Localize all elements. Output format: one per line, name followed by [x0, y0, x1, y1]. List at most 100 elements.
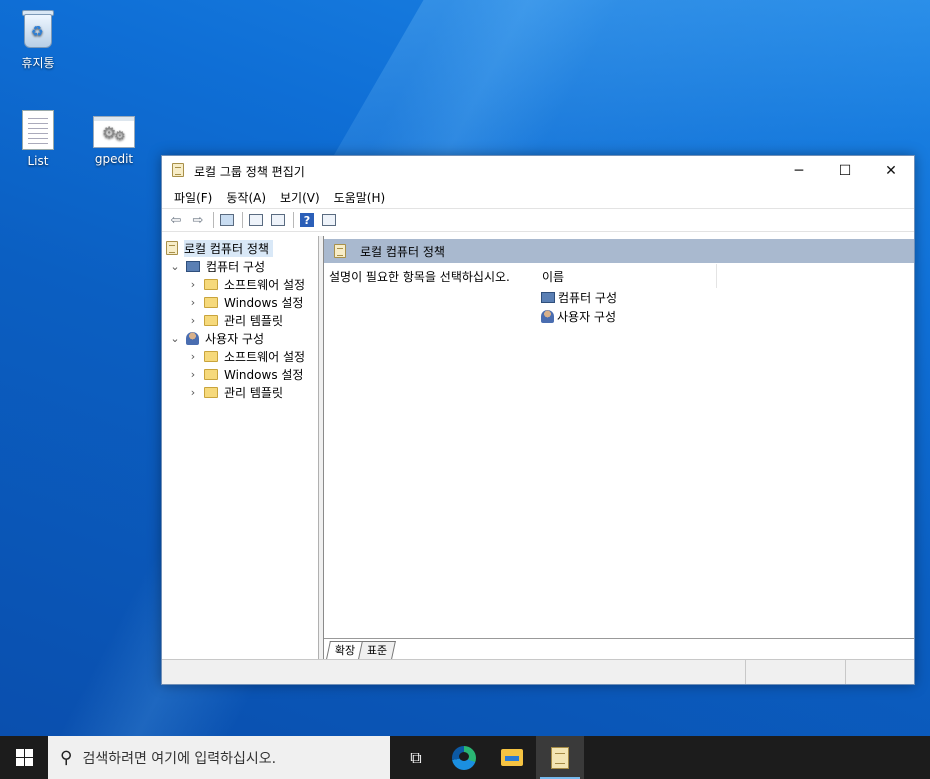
- tab-label: 확장: [334, 644, 356, 657]
- menu-action[interactable]: 동작(A): [220, 189, 272, 206]
- console-tree-icon: [220, 214, 234, 226]
- folder-icon: [204, 278, 218, 290]
- tree-item-label: 소프트웨어 설정: [224, 277, 306, 292]
- policy-scroll-icon: [172, 163, 186, 179]
- tab-divider: [324, 638, 914, 639]
- tree-item-computer-windows[interactable]: › Windows 설정: [162, 293, 318, 311]
- export-list-icon: [271, 214, 285, 226]
- list-item-label: 사용자 구성: [557, 310, 617, 324]
- tree-item-computer-config[interactable]: ⌄ 컴퓨터 구성: [162, 257, 318, 275]
- tree-item-user-windows[interactable]: › Windows 설정: [162, 365, 318, 383]
- gpedit-window: 로컬 그룹 정책 편집기 ─ ☐ ✕ 파일(F) 동작(A) 보기(V) 도움말…: [161, 155, 915, 685]
- tree-item-label: 로컬 컴퓨터 정책: [184, 239, 273, 257]
- console-body: 로컬 컴퓨터 정책 ⌄ 컴퓨터 구성 › 소프트웨어 설정 › Windows …: [162, 236, 914, 659]
- tree-item-user-admin-templates[interactable]: › 관리 템플릿: [162, 383, 318, 401]
- list-item-user-config[interactable]: 사용자 구성: [527, 307, 914, 326]
- start-button[interactable]: [0, 736, 48, 779]
- tree-item-label: 사용자 구성: [205, 331, 265, 346]
- tree-item-label: 컴퓨터 구성: [206, 259, 266, 274]
- status-cell: [846, 660, 914, 684]
- status-cell: [162, 660, 746, 684]
- list-item-label: 컴퓨터 구성: [558, 291, 618, 305]
- task-view-button[interactable]: ⧉: [392, 736, 440, 779]
- tree-item-label: Windows 설정: [224, 295, 304, 310]
- list-item-computer-config[interactable]: 컴퓨터 구성: [527, 288, 914, 307]
- policy-scroll-icon: [166, 241, 178, 255]
- toolbar-separator: [213, 212, 214, 228]
- collapsed-chevron-icon[interactable]: ›: [186, 314, 200, 327]
- title-bar[interactable]: 로컬 그룹 정책 편집기 ─ ☐ ✕: [162, 156, 914, 186]
- collapsed-chevron-icon[interactable]: ›: [186, 278, 200, 291]
- tree-item-computer-software[interactable]: › 소프트웨어 설정: [162, 275, 318, 293]
- tree-item-user-software[interactable]: › 소프트웨어 설정: [162, 347, 318, 365]
- maximize-button[interactable]: ☐: [822, 156, 868, 186]
- detail-header: 로컬 컴퓨터 정책: [324, 239, 914, 263]
- search-placeholder: 검색하려면 여기에 입력하십시오.: [82, 750, 277, 767]
- tab-standard[interactable]: 표준: [358, 641, 397, 659]
- status-cell: [746, 660, 846, 684]
- search-icon: ⚲: [60, 747, 73, 768]
- forward-button[interactable]: ⇨: [188, 211, 208, 229]
- taskbar: ⚲ 검색하려면 여기에 입력하십시오. ⧉: [0, 736, 930, 779]
- desktop-icon-label: gpedit: [94, 152, 134, 166]
- status-bar: [162, 659, 914, 684]
- folder-icon: [204, 314, 218, 326]
- folder-icon: [204, 350, 218, 362]
- tree-item-label: Windows 설정: [224, 367, 304, 382]
- item-list: 이름 컴퓨터 구성 사용자 구성: [527, 264, 914, 344]
- description-text: 설명이 필요한 항목을 선택하십시오.: [329, 270, 510, 284]
- windows-logo-icon: [15, 749, 33, 766]
- properties-button[interactable]: [246, 211, 266, 229]
- desktop-icon-recycle-bin[interactable]: ♻ 휴지통: [0, 8, 76, 71]
- tree-item-label: 소프트웨어 설정: [224, 349, 306, 364]
- policy-scroll-icon: [334, 244, 346, 258]
- menu-bar: 파일(F) 동작(A) 보기(V) 도움말(H): [162, 186, 914, 208]
- properties-icon: [249, 214, 263, 226]
- help-icon: ?: [300, 213, 314, 227]
- folder-icon: [204, 386, 218, 398]
- expanded-chevron-icon[interactable]: ⌄: [168, 260, 182, 273]
- desktop-icon-gpedit[interactable]: ⚙ ⚙ gpedit: [76, 110, 152, 166]
- export-list-button[interactable]: [268, 211, 288, 229]
- text-document-icon: [22, 110, 54, 150]
- tree-item-user-config[interactable]: ⌄ 사용자 구성: [162, 329, 318, 347]
- close-button[interactable]: ✕: [868, 156, 914, 186]
- show-hide-tree-button[interactable]: [217, 211, 237, 229]
- show-action-pane-button[interactable]: [319, 211, 339, 229]
- back-button[interactable]: ⇦: [166, 211, 186, 229]
- menu-file[interactable]: 파일(F): [168, 189, 218, 206]
- window-title: 로컬 그룹 정책 편집기: [194, 164, 305, 179]
- toolbar-separator: [293, 212, 294, 228]
- tree-item-root[interactable]: 로컬 컴퓨터 정책: [162, 239, 318, 257]
- collapsed-chevron-icon[interactable]: ›: [186, 368, 200, 381]
- recycle-bin-icon: ♻: [20, 8, 56, 50]
- collapsed-chevron-icon[interactable]: ›: [186, 296, 200, 309]
- task-view-icon: ⧉: [410, 747, 422, 767]
- folder-icon: [204, 296, 218, 308]
- folder-icon: [204, 368, 218, 380]
- desktop-icon-list[interactable]: List: [0, 110, 76, 168]
- group-policy-editor-button[interactable]: [536, 736, 584, 779]
- detail-header-title: 로컬 컴퓨터 정책: [360, 244, 445, 259]
- computer-icon: [541, 292, 555, 303]
- collapsed-chevron-icon[interactable]: ›: [186, 350, 200, 363]
- expanded-chevron-icon[interactable]: ⌄: [168, 332, 182, 345]
- file-explorer-icon: [501, 749, 523, 766]
- toolbar-separator: [242, 212, 243, 228]
- minimize-button[interactable]: ─: [776, 156, 822, 186]
- menu-help[interactable]: 도움말(H): [328, 189, 392, 206]
- menu-view[interactable]: 보기(V): [274, 189, 326, 206]
- tree-item-computer-admin-templates[interactable]: › 관리 템플릿: [162, 311, 318, 329]
- collapsed-chevron-icon[interactable]: ›: [186, 386, 200, 399]
- group-policy-editor-icon: [551, 746, 569, 769]
- help-button[interactable]: ?: [297, 211, 317, 229]
- edge-button[interactable]: [440, 736, 488, 779]
- desktop: ♻ 휴지통 List ⚙ ⚙ gpedit 로컬 그룹 정책 편집기 ─ ☐ ✕…: [0, 0, 930, 736]
- desktop-icon-label: 휴지통: [21, 56, 55, 70]
- tab-label: 표준: [367, 644, 388, 657]
- gpedit-shortcut-icon: ⚙ ⚙: [93, 116, 135, 148]
- column-header-name[interactable]: 이름: [527, 264, 717, 288]
- view-tabs: 확장 표준: [326, 639, 397, 659]
- file-explorer-button[interactable]: [488, 736, 536, 779]
- taskbar-search[interactable]: ⚲ 검색하려면 여기에 입력하십시오.: [48, 736, 390, 779]
